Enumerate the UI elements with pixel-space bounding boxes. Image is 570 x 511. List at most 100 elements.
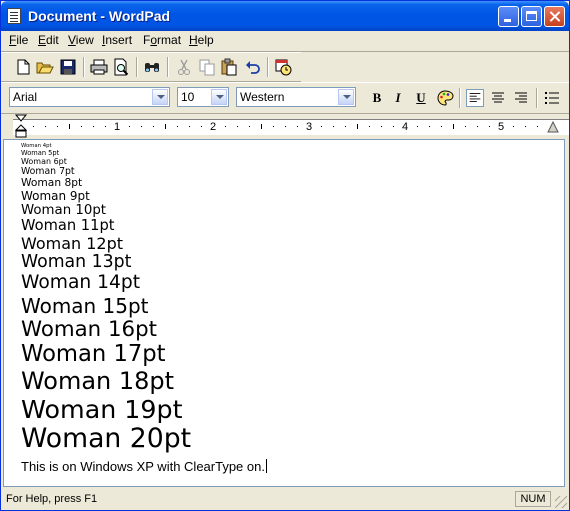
menu-file[interactable]: File — [9, 33, 28, 47]
ruler-tick — [525, 126, 526, 127]
open-icon[interactable] — [36, 58, 54, 76]
ruler-tick — [345, 126, 346, 127]
ruler[interactable]: 1 2 3 4 5 — [1, 113, 569, 139]
ruler-tick — [417, 126, 418, 127]
ruler-tick — [105, 126, 106, 127]
align-right-icon[interactable] — [512, 89, 530, 107]
font-size-combo[interactable]: 10 — [177, 87, 229, 107]
find-icon[interactable] — [143, 58, 161, 76]
ruler-tick — [453, 124, 454, 129]
undo-icon[interactable] — [244, 58, 262, 76]
document-line[interactable]: Woman 19pt — [21, 396, 183, 422]
color-palette-icon[interactable] — [436, 89, 454, 107]
ruler-tick — [69, 124, 70, 129]
ruler-tick — [261, 124, 262, 129]
document-line[interactable]: Woman 13pt — [21, 254, 131, 272]
print-preview-icon[interactable] — [112, 58, 130, 76]
underline-button[interactable]: U — [412, 89, 430, 107]
ruler-number: 1 — [114, 121, 121, 133]
chevron-down-icon[interactable] — [338, 89, 354, 105]
ruler-tick — [165, 124, 166, 129]
align-left-icon[interactable] — [466, 89, 484, 107]
close-button[interactable] — [544, 6, 565, 27]
document-line[interactable]: Woman 16pt — [21, 318, 157, 340]
ruler-tick — [201, 126, 202, 127]
ruler-tick — [489, 126, 490, 127]
document-line[interactable]: Woman 6pt — [21, 157, 67, 166]
resize-grip-icon[interactable] — [555, 496, 567, 508]
ruler-tick — [321, 126, 322, 127]
ruler-tick — [357, 124, 358, 129]
bold-button[interactable]: B — [368, 89, 386, 107]
menu-help[interactable]: Help — [189, 33, 214, 47]
script-value: Western — [240, 90, 285, 104]
ruler-track[interactable]: 1 2 3 4 5 — [13, 119, 569, 135]
ruler-tick — [81, 126, 82, 127]
font-size-value: 10 — [181, 90, 195, 104]
menu-edit[interactable]: Edit — [38, 33, 59, 47]
document-line-text[interactable]: This is on Windows XP with ClearType on. — [21, 459, 265, 474]
ruler-tick — [57, 126, 58, 127]
insert-datetime-icon[interactable] — [274, 58, 292, 76]
document-line[interactable]: Woman 18pt — [21, 369, 174, 393]
ruler-tick — [285, 126, 286, 127]
font-name-combo[interactable]: Arial — [9, 87, 170, 107]
toolbar-separator — [83, 57, 85, 77]
chevron-down-icon[interactable] — [152, 89, 168, 105]
document-area[interactable]: Woman 4pt Woman 5pt Woman 6pt Woman 7pt Woma… — [3, 139, 565, 487]
wordpad-app-icon[interactable] — [7, 8, 21, 24]
menu-format[interactable]: Format — [143, 33, 181, 47]
ruler-tick — [333, 126, 334, 127]
document-line[interactable]: Woman 10pt — [21, 203, 106, 217]
ruler-tick — [477, 126, 478, 127]
document-line[interactable]: This is on Windows XP with ClearType on. — [21, 458, 267, 474]
cut-icon[interactable] — [175, 58, 193, 76]
document-line[interactable]: Woman 5pt — [21, 150, 59, 157]
align-center-icon[interactable] — [489, 89, 507, 107]
num-lock-indicator: NUM — [515, 491, 551, 507]
ruler-tick — [189, 126, 190, 127]
paste-icon[interactable] — [220, 58, 238, 76]
save-icon[interactable] — [59, 58, 77, 76]
status-bar: For Help, press F1 NUM — [1, 489, 569, 510]
copy-icon[interactable] — [198, 58, 216, 76]
ruler-tick — [129, 126, 130, 127]
minimize-button[interactable] — [498, 6, 519, 27]
ruler-tick — [393, 126, 394, 127]
document-line[interactable]: Woman 20pt — [21, 425, 191, 453]
print-icon[interactable] — [90, 58, 108, 76]
ruler-tick — [429, 126, 430, 127]
document-line[interactable]: Woman 7pt — [21, 167, 75, 177]
title-bar[interactable]: Document - WordPad — [1, 1, 569, 31]
indent-marker-icon[interactable] — [15, 114, 27, 138]
chevron-down-icon[interactable] — [211, 89, 227, 105]
menu-view[interactable]: View — [68, 33, 94, 47]
script-combo[interactable]: Western — [236, 87, 356, 107]
toolbar-separator — [536, 88, 538, 108]
maximize-button[interactable] — [521, 6, 542, 27]
document-line[interactable]: Woman 14pt — [21, 274, 140, 293]
ruler-tick — [153, 126, 154, 127]
right-margin-icon[interactable] — [546, 120, 560, 134]
document-line[interactable]: Woman 17pt — [21, 343, 166, 366]
ruler-tick — [225, 126, 226, 127]
italic-button[interactable]: I — [389, 89, 407, 107]
toolbar-separator — [167, 57, 169, 77]
document-line[interactable]: Woman 11pt — [21, 218, 115, 234]
ruler-tick — [273, 126, 274, 127]
document-line[interactable]: Woman 15pt — [21, 296, 149, 316]
document-line[interactable]: Woman 9pt — [21, 190, 90, 202]
bullets-icon[interactable] — [543, 89, 561, 107]
text-cursor — [265, 458, 267, 473]
ruler-tick — [45, 126, 46, 127]
ruler-tick — [537, 126, 538, 127]
document-line[interactable]: Woman 8pt — [21, 177, 82, 189]
ruler-tick — [369, 126, 370, 127]
ruler-number: 3 — [306, 121, 313, 133]
ruler-tick — [141, 126, 142, 127]
font-name-value: Arial — [13, 90, 38, 104]
toolbar-separator — [136, 57, 138, 77]
document-line[interactable]: Woman 12pt — [21, 235, 123, 252]
new-icon[interactable] — [14, 58, 32, 76]
menu-insert[interactable]: Insert — [102, 33, 132, 47]
